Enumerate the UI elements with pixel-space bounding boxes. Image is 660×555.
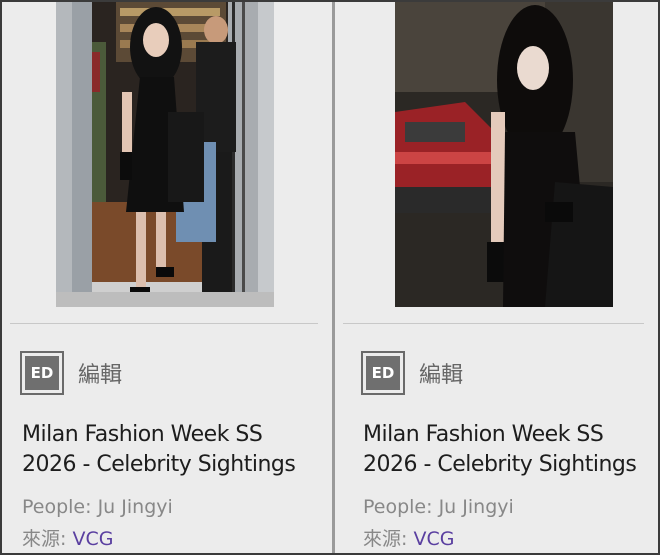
card-divider [343, 323, 644, 324]
article-card[interactable]: ED 編輯 Milan Fashion Week SS 2026 - Celeb… [2, 2, 332, 553]
editor-row: ED 編輯 [361, 351, 463, 395]
photo-area [335, 2, 658, 308]
source-link[interactable]: VCG [72, 528, 113, 550]
editor-avatar: ED [20, 351, 64, 395]
people-value: Ju Jingyi [97, 496, 173, 518]
photo-area [2, 2, 332, 308]
article-title[interactable]: Milan Fashion Week SS 2026 - Celebrity S… [22, 420, 322, 480]
card-divider [10, 323, 318, 324]
people-line: People: Ju Jingyi [22, 496, 173, 518]
editor-avatar: ED [361, 351, 405, 395]
photo-illustration [56, 2, 274, 307]
article-photo[interactable] [56, 2, 274, 307]
editor-label: 編輯 [78, 363, 123, 388]
photo-illustration [395, 2, 613, 307]
editor-badge: ED [25, 356, 59, 390]
source-label: 來源: [22, 528, 73, 550]
source-label: 來源: [363, 528, 414, 550]
editor-label: 編輯 [419, 363, 464, 388]
people-line: People: Ju Jingyi [363, 496, 514, 518]
people-label: People: [363, 496, 439, 518]
people-label: People: [22, 496, 98, 518]
article-photo[interactable] [395, 2, 613, 307]
article-title[interactable]: Milan Fashion Week SS 2026 - Celebrity S… [363, 420, 658, 480]
card-grid: ED 編輯 Milan Fashion Week SS 2026 - Celeb… [0, 0, 660, 555]
source-line: 來源: VCG [363, 524, 454, 551]
source-line: 來源: VCG [22, 524, 113, 551]
editor-row: ED 編輯 [20, 351, 122, 395]
article-card[interactable]: ED 編輯 Milan Fashion Week SS 2026 - Celeb… [332, 2, 658, 553]
editor-badge: ED [366, 356, 400, 390]
source-link[interactable]: VCG [413, 528, 454, 550]
people-value: Ju Jingyi [438, 496, 514, 518]
